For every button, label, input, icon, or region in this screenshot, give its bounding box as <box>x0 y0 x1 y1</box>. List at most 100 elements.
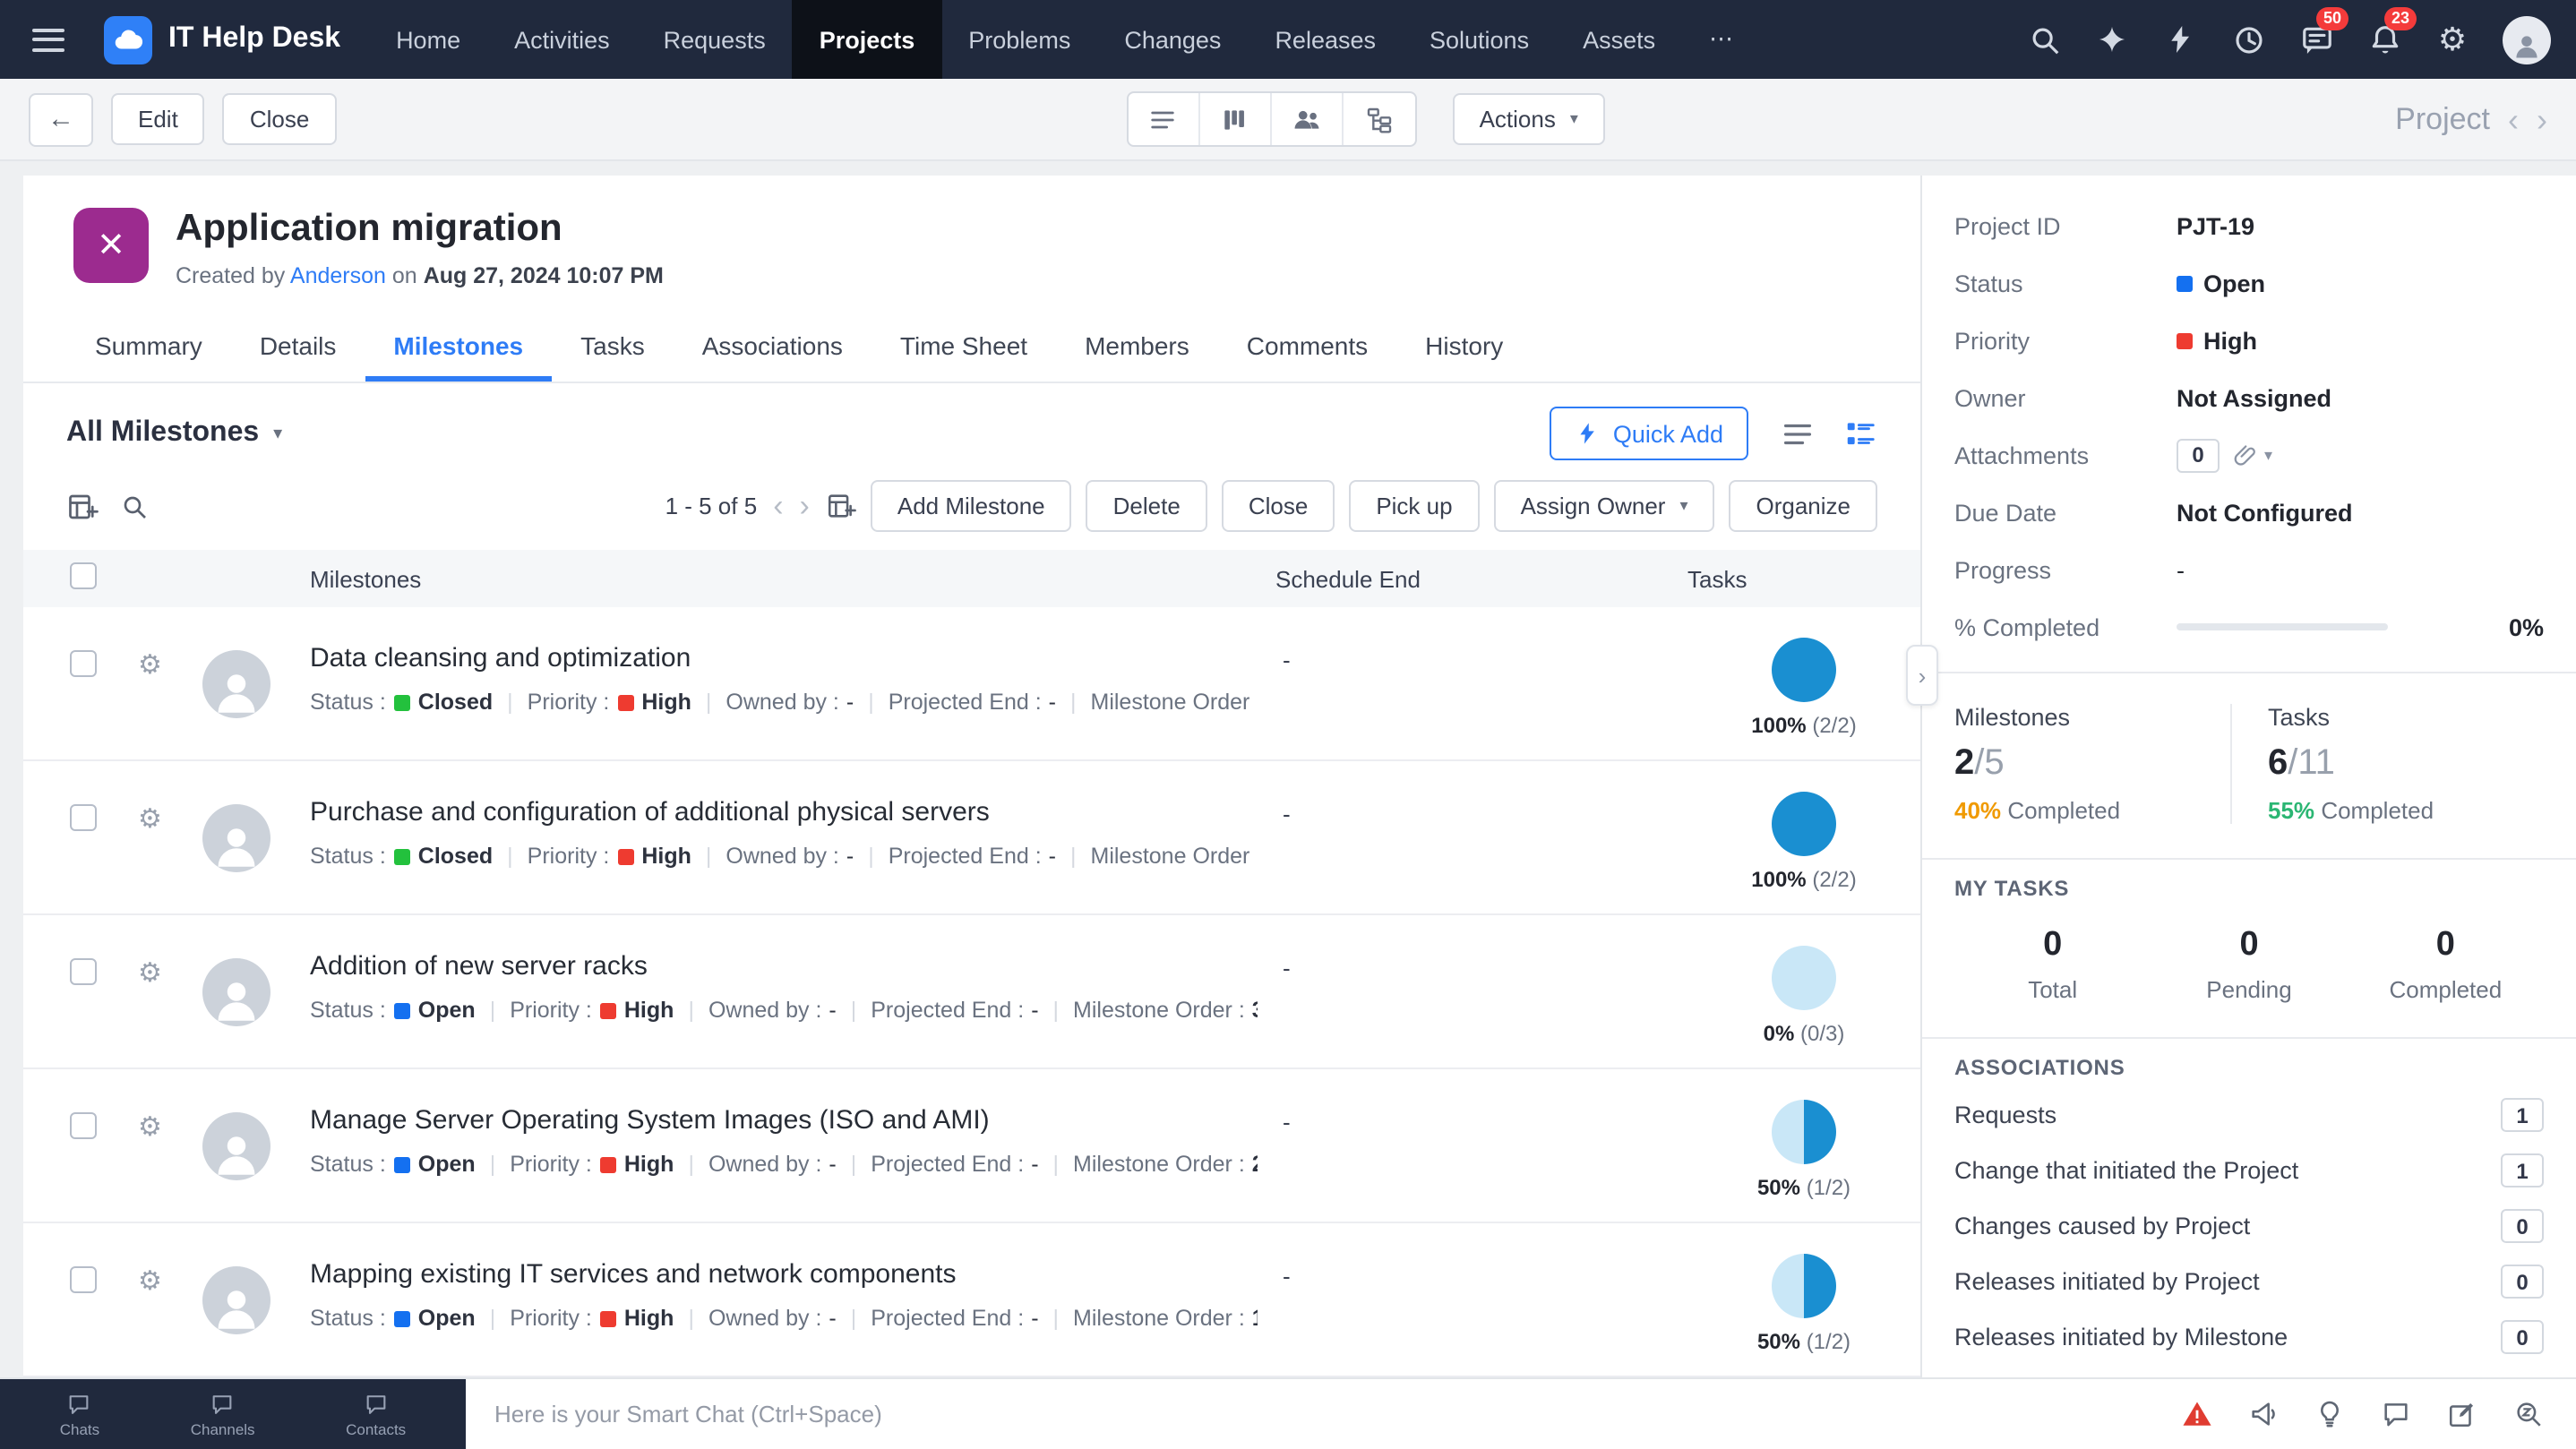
milestone-action-button[interactable]: Pick up▾ <box>1349 480 1479 532</box>
comments-icon[interactable] <box>2381 1399 2411 1429</box>
hierarchy-view-icon[interactable] <box>1344 93 1415 145</box>
prev-page-chevron[interactable]: ‹ <box>773 491 783 521</box>
tab[interactable]: Associations <box>674 312 872 382</box>
tab[interactable]: Members <box>1056 312 1218 382</box>
add-column-icon[interactable] <box>66 490 99 522</box>
board-view-icon[interactable] <box>1200 93 1272 145</box>
milestone-action-button[interactable]: Organize▾ <box>1730 480 1878 532</box>
edit-button[interactable]: Edit <box>111 93 205 145</box>
milestone-title[interactable]: Purchase and configuration of additional… <box>310 797 1258 827</box>
milestones-filter-dropdown[interactable]: All Milestones▾ <box>66 417 282 450</box>
nav-item[interactable]: Requests <box>637 0 793 79</box>
tasks-summary[interactable]: Tasks 6/11 55% Completed <box>2230 704 2544 824</box>
next-record-chevron[interactable]: › <box>2537 103 2547 135</box>
nav-item[interactable]: Home <box>369 0 487 79</box>
quick-add-button[interactable]: Quick Add <box>1550 407 1748 460</box>
dock-item[interactable]: Channels <box>191 1391 255 1437</box>
zia-sparkle-icon[interactable] <box>2094 21 2130 57</box>
association-item[interactable]: Releases initiated by Milestone 0 <box>1954 1309 2544 1365</box>
caret-down-icon: ▾ <box>1679 496 1687 516</box>
nav-item[interactable]: ⋯ <box>1682 0 1760 79</box>
alert-icon[interactable] <box>2182 1399 2212 1429</box>
detailed-list-icon[interactable] <box>1843 416 1877 450</box>
column-header-milestones[interactable]: Milestones <box>310 565 1275 592</box>
user-avatar[interactable] <box>2503 15 2551 64</box>
milestone-action-button[interactable]: Delete▾ <box>1086 480 1207 532</box>
created-by-link[interactable]: Anderson <box>290 263 386 288</box>
tab[interactable]: Tasks <box>552 312 674 382</box>
paperclip-icon[interactable] <box>2232 442 2259 468</box>
row-settings-gear-icon[interactable]: ⚙ <box>138 1223 202 1376</box>
actions-menu-button[interactable]: Actions▾ <box>1453 93 1605 145</box>
milestone-title[interactable]: Addition of new server racks <box>310 951 1258 982</box>
hamburger-menu-icon[interactable] <box>32 28 64 51</box>
milestone-action-button[interactable]: Add Milestone▾ <box>871 480 1072 532</box>
nav-item[interactable]: Releases <box>1248 0 1403 79</box>
select-all-checkbox[interactable] <box>70 562 97 589</box>
dock-item[interactable]: Chats <box>60 1391 99 1437</box>
panel-collapse-handle[interactable]: › <box>1906 645 1938 706</box>
column-settings-icon[interactable] <box>826 491 856 521</box>
compact-list-icon[interactable] <box>1781 416 1815 450</box>
row-checkbox[interactable] <box>70 804 97 831</box>
association-item[interactable]: Releases initiated by Project 0 <box>1954 1254 2544 1309</box>
search-icon[interactable] <box>2026 21 2062 57</box>
nav-item[interactable]: Assets <box>1556 0 1682 79</box>
ideas-bulb-icon[interactable] <box>2314 1399 2345 1429</box>
row-checkbox[interactable] <box>70 1112 97 1139</box>
members-view-icon[interactable] <box>1272 93 1344 145</box>
row-settings-gear-icon[interactable]: ⚙ <box>138 761 202 913</box>
announcements-icon[interactable] <box>2248 1399 2279 1429</box>
field-status: Status Open <box>1954 254 2544 312</box>
nav-item[interactable]: Problems <box>941 0 1097 79</box>
nav-item[interactable]: Solutions <box>1403 0 1556 79</box>
next-page-chevron[interactable]: › <box>800 491 810 521</box>
association-item[interactable]: Changes caused by Project 0 <box>1954 1198 2544 1254</box>
row-settings-gear-icon[interactable]: ⚙ <box>138 607 202 759</box>
milestones-summary[interactable]: Milestones 2/5 40% Completed <box>1954 704 2230 824</box>
back-button[interactable]: ← <box>29 92 93 146</box>
column-header-tasks[interactable]: Tasks <box>1687 565 1920 592</box>
compose-icon[interactable] <box>2447 1399 2477 1429</box>
smart-chat-input[interactable] <box>494 1401 2150 1428</box>
nav-item[interactable]: Projects <box>793 0 942 79</box>
feedback-icon[interactable]: 50 <box>2298 21 2334 57</box>
tab[interactable]: Milestones <box>365 312 552 382</box>
history-clock-icon[interactable] <box>2230 21 2266 57</box>
chat-dock: Chats Channels Contacts <box>0 1379 466 1449</box>
milestone-title[interactable]: Data cleansing and optimization <box>310 643 1258 673</box>
row-settings-gear-icon[interactable]: ⚙ <box>138 1069 202 1222</box>
priority-value: High <box>2203 327 2257 354</box>
settings-gear-icon[interactable]: ⚙ <box>2434 21 2470 57</box>
tab[interactable]: History <box>1396 312 1532 382</box>
dock-item[interactable]: Contacts <box>346 1391 406 1437</box>
milestone-action-button[interactable]: Assign Owner▾ <box>1494 480 1715 532</box>
column-header-schedule-end[interactable]: Schedule End <box>1275 565 1687 592</box>
tab[interactable]: Time Sheet <box>872 312 1056 382</box>
row-settings-gear-icon[interactable]: ⚙ <box>138 915 202 1067</box>
nav-item[interactable]: Activities <box>487 0 637 79</box>
navbar-right-icons: 50 23 ⚙ <box>2026 15 2551 64</box>
app-logo[interactable] <box>104 15 152 64</box>
status-value: Open <box>418 998 476 1023</box>
tab[interactable]: Details <box>231 312 365 382</box>
attachments-chevron-icon[interactable]: ▾ <box>2264 445 2272 465</box>
notifications-bell-icon[interactable]: 23 <box>2366 21 2402 57</box>
close-project-button[interactable]: Close <box>223 93 337 145</box>
nav-item[interactable]: Changes <box>1097 0 1248 79</box>
quick-actions-bolt-icon[interactable] <box>2162 21 2198 57</box>
milestone-title[interactable]: Mapping existing IT services and network… <box>310 1259 1258 1290</box>
row-checkbox[interactable] <box>70 1266 97 1293</box>
milestone-action-button[interactable]: Close▾ <box>1222 480 1335 532</box>
row-checkbox[interactable] <box>70 650 97 677</box>
zoom-search-icon[interactable] <box>2513 1399 2544 1429</box>
row-checkbox[interactable] <box>70 958 97 985</box>
association-item[interactable]: Requests 1 <box>1954 1087 2544 1143</box>
tab[interactable]: Summary <box>66 312 231 382</box>
milestone-title[interactable]: Manage Server Operating System Images (I… <box>310 1105 1258 1136</box>
list-search-icon[interactable] <box>120 492 149 520</box>
tab[interactable]: Comments <box>1218 312 1396 382</box>
prev-record-chevron[interactable]: ‹ <box>2508 103 2519 135</box>
list-view-icon[interactable] <box>1129 93 1200 145</box>
association-item[interactable]: Change that initiated the Project 1 <box>1954 1143 2544 1198</box>
